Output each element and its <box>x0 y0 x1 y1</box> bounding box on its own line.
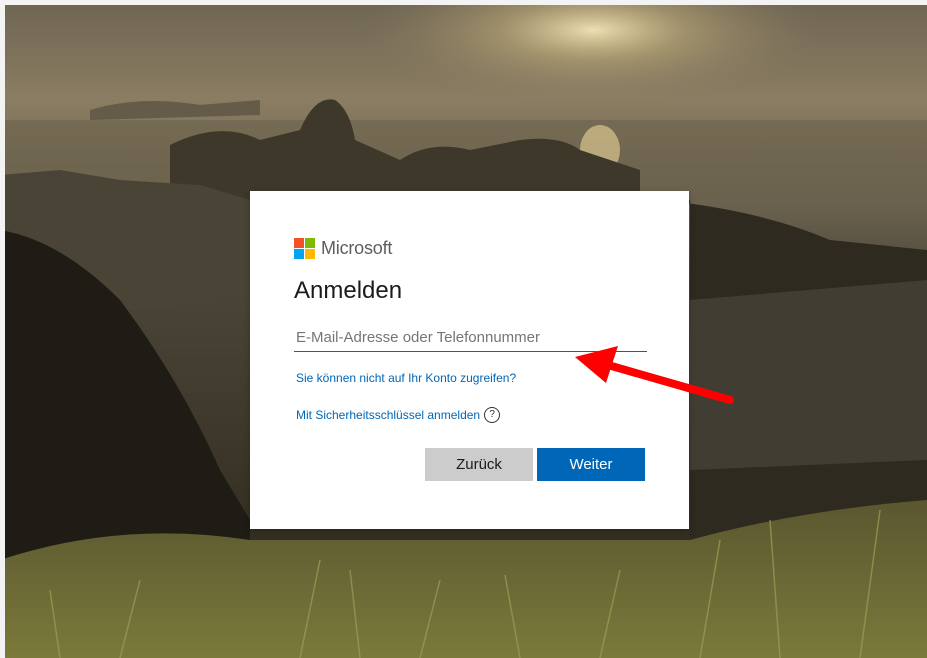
email-field[interactable] <box>294 323 647 352</box>
question-circle-icon[interactable]: ? <box>484 407 501 423</box>
microsoft-logo-icon <box>294 237 315 259</box>
sign-in-card: Microsoft Anmelden Sie können nicht auf … <box>250 191 689 529</box>
back-button[interactable]: Zurück <box>425 448 533 481</box>
login-page: Microsoft Anmelden Sie können nicht auf … <box>0 0 927 658</box>
logo-square-green <box>305 237 315 248</box>
microsoft-logo: Microsoft <box>294 237 392 259</box>
logo-square-blue <box>294 248 304 259</box>
window-edge-top <box>0 0 927 5</box>
cant-access-account-link[interactable]: Sie können nicht auf Ihr Konto zugreifen… <box>296 371 516 385</box>
page-title: Anmelden <box>294 277 403 304</box>
logo-square-red <box>294 237 304 248</box>
security-key-link-label: Mit Sicherheitsschlüssel anmelden <box>296 408 481 422</box>
next-button[interactable]: Weiter <box>537 448 645 481</box>
logo-square-yellow <box>305 248 315 259</box>
logo-text: Microsoft <box>321 237 393 258</box>
security-key-signin-link[interactable]: Mit Sicherheitsschlüssel anmelden ? <box>296 407 501 423</box>
window-edge-left <box>0 0 5 658</box>
